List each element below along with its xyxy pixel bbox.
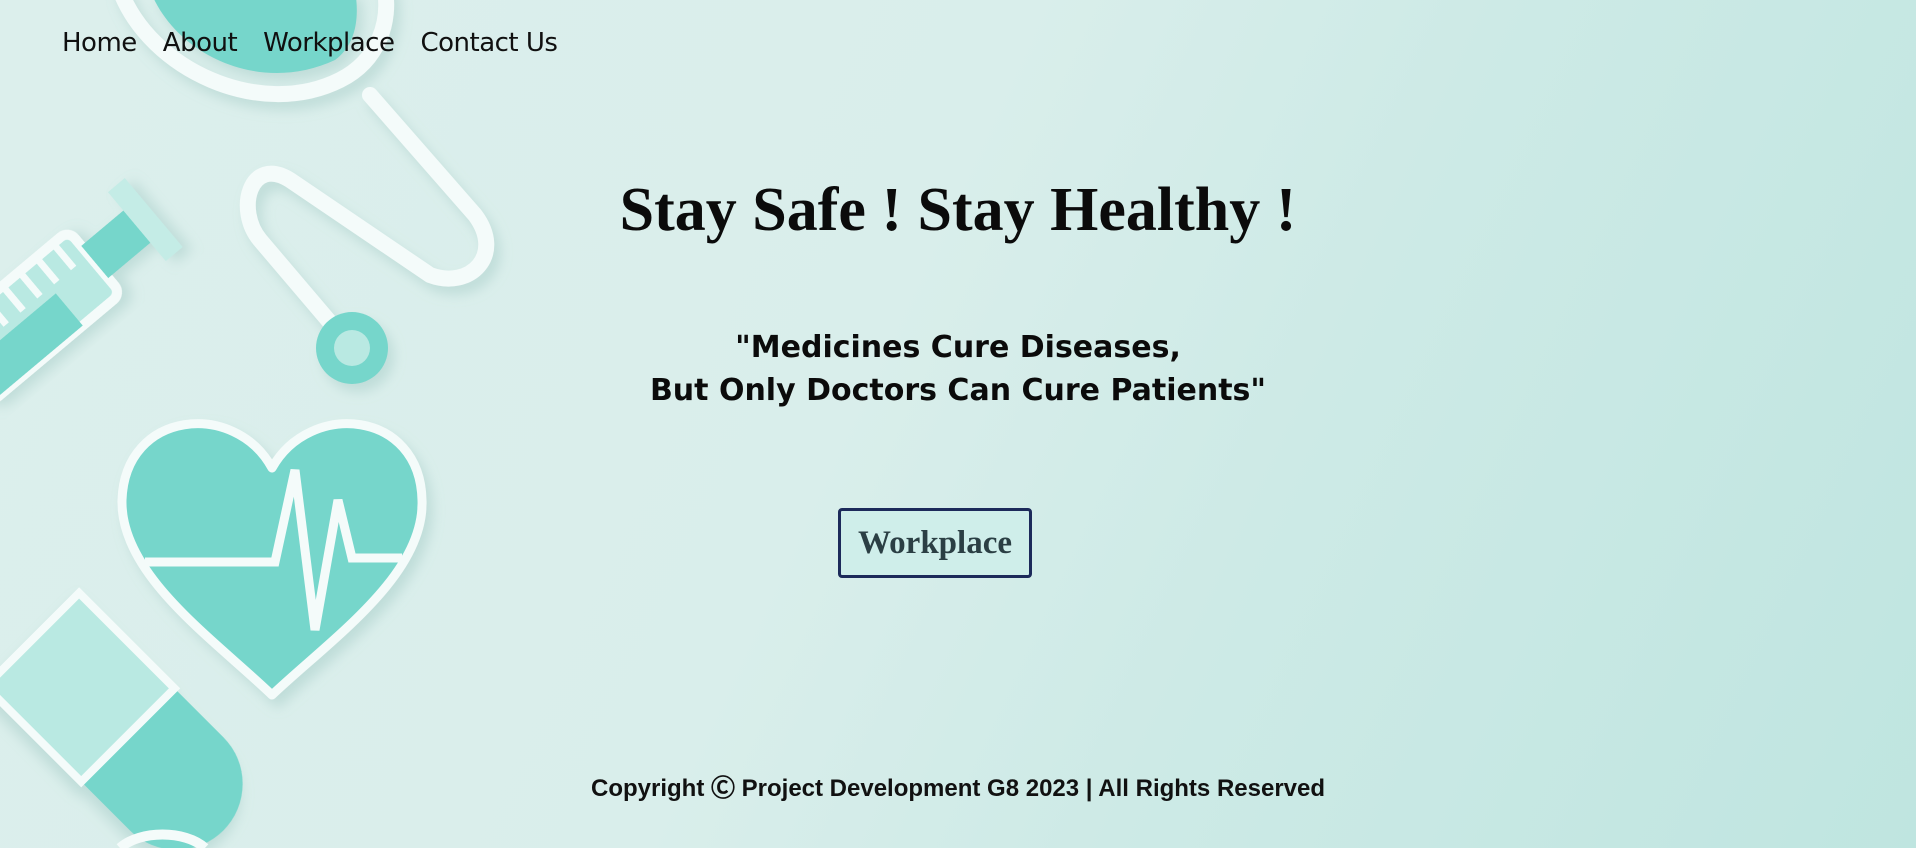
heart-pulse-icon <box>117 419 427 700</box>
hero-quote: "Medicines Cure Diseases, But Only Docto… <box>0 326 1916 412</box>
medical-decoration <box>0 0 495 848</box>
main-nav: Home About Workplace Contact Us <box>62 28 558 58</box>
nav-home-link[interactable]: Home <box>62 28 137 58</box>
quote-line-2: But Only Doctors Can Cure Patients" <box>649 373 1267 408</box>
nav-contact-link[interactable]: Contact Us <box>420 28 558 58</box>
footer-copyright: Copyright Ⓒ Project Development G8 2023 … <box>590 775 1326 802</box>
nav-about-link[interactable]: About <box>163 28 238 58</box>
nav-workplace-link[interactable]: Workplace <box>263 28 395 58</box>
quote-line-1: "Medicines Cure Diseases, <box>735 330 1181 365</box>
workplace-button[interactable]: Workplace <box>838 508 1032 578</box>
page-headline: Stay Safe ! Stay Healthy ! <box>619 176 1297 244</box>
